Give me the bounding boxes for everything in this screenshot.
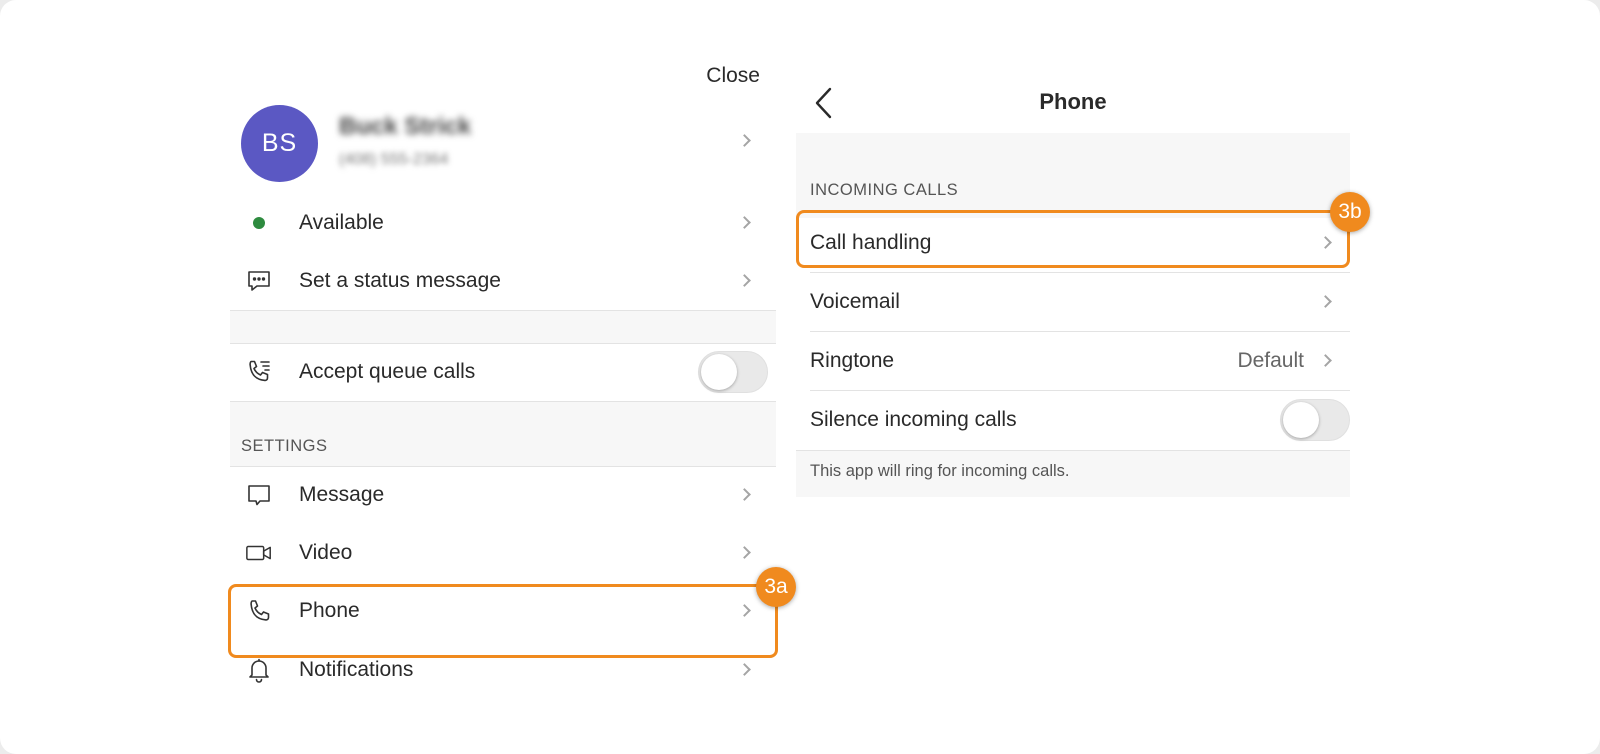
chevron-right-icon	[1319, 354, 1332, 367]
chevron-right-icon	[738, 274, 751, 287]
settings-section-title: SETTINGS	[241, 437, 328, 455]
status-label: Available	[299, 211, 384, 234]
accept-queue-calls-label: Accept queue calls	[299, 360, 476, 383]
set-status-message-row[interactable]: Set a status message	[230, 252, 776, 310]
profile-settings-panel: Close BS Buck Strick (408) 555-2364 Avai…	[228, 55, 796, 715]
settings-item-label: Phone	[299, 599, 360, 622]
incoming-calls-section-header	[796, 133, 1350, 218]
profile-card[interactable]: BS Buck Strick (408) 555-2364	[230, 105, 776, 185]
settings-item-label: Video	[299, 541, 353, 564]
chevron-right-icon	[738, 488, 751, 501]
status-dot-icon	[245, 209, 273, 237]
silence-incoming-calls-label: Silence incoming calls	[810, 408, 1017, 431]
accept-queue-calls-row: Accept queue calls	[230, 343, 776, 401]
chat-icon	[245, 481, 273, 509]
chevron-right-icon	[738, 216, 751, 229]
screenshot-canvas: Close BS Buck Strick (408) 555-2364 Avai…	[0, 0, 1600, 754]
settings-item-notifications[interactable]: Notifications	[230, 641, 776, 699]
divider	[230, 310, 776, 311]
phone-queue-icon	[245, 358, 273, 386]
video-camera-icon	[245, 539, 273, 567]
incoming-calls-footnote: This app will ring for incoming calls.	[810, 462, 1070, 480]
phone-settings-panel: Phone INCOMING CALLS Call handling Voice…	[796, 70, 1370, 500]
voicemail-row[interactable]: Voicemail	[810, 273, 1350, 331]
settings-item-video[interactable]: Video	[230, 524, 776, 582]
close-button[interactable]: Close	[706, 64, 760, 88]
ringtone-label: Ringtone	[810, 349, 895, 372]
toggle-knob	[701, 354, 737, 390]
divider	[230, 401, 776, 402]
settings-item-label: Notifications	[299, 658, 414, 681]
bell-icon	[245, 656, 273, 684]
chevron-right-icon	[738, 134, 751, 147]
step-badge-3a: 3a	[756, 567, 796, 607]
ringtone-value: Default	[1237, 349, 1304, 372]
status-available-row[interactable]: Available	[230, 194, 776, 252]
settings-item-phone[interactable]: Phone	[230, 582, 776, 640]
silence-incoming-calls-toggle[interactable]	[1280, 399, 1350, 441]
settings-section-header	[230, 401, 776, 466]
chevron-right-icon	[1319, 295, 1332, 308]
page-title: Phone	[1039, 89, 1107, 114]
settings-item-message[interactable]: Message	[230, 466, 776, 524]
chevron-right-icon	[738, 663, 751, 676]
divider	[796, 450, 1350, 451]
ringtone-row[interactable]: Ringtone Default	[810, 332, 1350, 390]
incoming-calls-section-title: INCOMING CALLS	[810, 181, 959, 199]
accept-queue-calls-toggle[interactable]	[698, 351, 768, 393]
profile-name: Buck Strick	[339, 113, 472, 140]
chevron-right-icon	[738, 604, 751, 617]
message-bubble-icon	[245, 267, 273, 295]
avatar: BS	[241, 105, 318, 182]
settings-item-label: Message	[299, 483, 385, 506]
call-handling-row[interactable]: Call handling	[810, 214, 1350, 272]
voicemail-label: Voicemail	[810, 290, 900, 313]
profile-phone: (408) 555-2364	[339, 151, 449, 168]
silence-incoming-calls-row: Silence incoming calls	[810, 391, 1350, 449]
phone-icon	[245, 597, 273, 625]
section-spacer	[230, 310, 776, 343]
toggle-knob	[1283, 402, 1319, 438]
step-badge-3b: 3b	[1330, 192, 1370, 232]
call-handling-label: Call handling	[810, 231, 932, 254]
set-status-message-label: Set a status message	[299, 269, 501, 292]
chevron-right-icon	[738, 546, 751, 559]
chevron-right-icon	[1319, 236, 1332, 249]
